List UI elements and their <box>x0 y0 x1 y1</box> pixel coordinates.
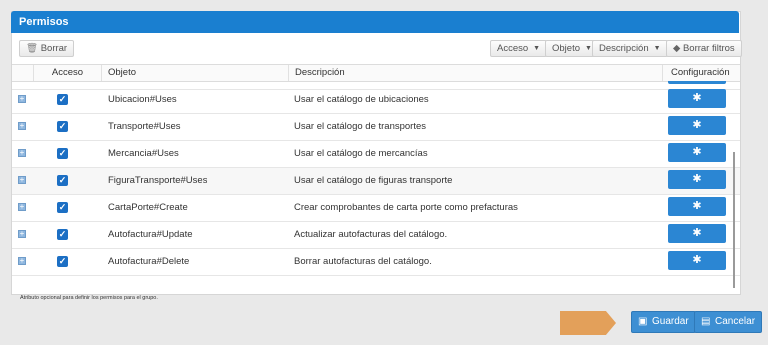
configure-button[interactable]: ✱ <box>668 197 726 216</box>
table-row: + ✓ Autofactura#Delete Borrar autofactur… <box>12 249 740 276</box>
plus-square-icon[interactable]: + <box>18 203 26 211</box>
document-icon: ▤ <box>701 316 711 327</box>
object-cell: Transporte#Uses <box>108 121 181 132</box>
filter-description-dropdown[interactable]: Descripción ▼ <box>592 40 668 57</box>
access-checkbox[interactable]: ✓ <box>57 148 68 159</box>
access-checkbox[interactable]: ✓ <box>57 121 68 132</box>
plus-square-icon[interactable]: + <box>18 230 26 238</box>
configure-button[interactable]: ✱ <box>668 116 726 135</box>
panel-title: Permisos <box>11 11 739 33</box>
permissions-table-body: ✱ + ✓ Ubicacion#Uses Usar el catálogo de… <box>12 81 740 292</box>
configure-button[interactable]: ✱ <box>668 224 726 243</box>
filter-object-dropdown[interactable]: Objeto ▼ <box>545 40 599 57</box>
configure-button[interactable]: ✱ <box>668 81 726 84</box>
gear-icon: ✱ <box>692 227 702 239</box>
arrow-pointer-icon <box>560 311 616 335</box>
table-row: + ✓ Ubicacion#Uses Usar el catálogo de u… <box>12 87 740 114</box>
configure-button[interactable]: ✱ <box>668 251 726 270</box>
plus-square-icon[interactable]: + <box>18 95 26 103</box>
column-header-access[interactable]: Acceso <box>33 65 101 81</box>
filter-object-label: Objeto <box>552 43 580 54</box>
access-checkbox[interactable]: ✓ <box>57 175 68 186</box>
table-row: + ✓ Mercancia#Uses Usar el catálogo de m… <box>12 141 740 168</box>
save-button[interactable]: ▣ Guardar <box>631 311 696 333</box>
description-cell: Actualizar autofacturas del catálogo. <box>294 229 448 240</box>
configure-button[interactable]: ✱ <box>668 89 726 108</box>
clear-filters-button[interactable]: ◆ Borrar filtros <box>666 40 742 57</box>
gear-icon: ✱ <box>692 173 702 185</box>
access-checkbox[interactable]: ✓ <box>57 202 68 213</box>
column-header-description[interactable]: Descripción <box>288 65 662 81</box>
column-header-configuration: Configuración <box>662 65 740 81</box>
toolbar: 🗑 Borrar Acceso ▼ Objeto ▼ Descripción ▼ ◆ … <box>12 37 742 61</box>
column-header-object[interactable]: Objeto <box>101 65 288 81</box>
configure-button[interactable]: ✱ <box>668 170 726 189</box>
caret-down-icon: ▼ <box>585 45 592 52</box>
object-cell: Ubicacion#Uses <box>108 94 177 105</box>
permissions-panel: Permisos 🗑 Borrar Acceso ▼ Objeto ▼ Descri… <box>11 11 742 295</box>
delete-button[interactable]: 🗑 Borrar <box>19 40 75 57</box>
gear-icon: ✱ <box>692 119 702 131</box>
gear-icon: ✱ <box>692 92 702 104</box>
description-cell: Usar el catálogo de mercancías <box>294 148 428 159</box>
gear-icon: ✱ <box>692 254 702 266</box>
cancel-button[interactable]: ▤ Cancelar <box>694 311 763 333</box>
caret-down-icon: ▼ <box>653 45 661 52</box>
clear-filters-label: Borrar filtros <box>682 43 735 54</box>
vertical-scrollbar[interactable] <box>733 152 735 288</box>
plus-square-icon[interactable]: + <box>18 257 26 265</box>
access-checkbox[interactable]: ✓ <box>57 94 68 105</box>
table-row: + ✓ FiguraTransporte#Uses Usar el catálo… <box>12 168 740 195</box>
filter-access-dropdown[interactable]: Acceso ▼ <box>490 40 548 57</box>
object-cell: FiguraTransporte#Uses <box>108 175 208 186</box>
configure-button[interactable]: ✱ <box>668 143 726 162</box>
caret-down-icon: ▼ <box>533 45 541 52</box>
access-checkbox[interactable]: ✓ <box>57 256 68 267</box>
access-checkbox[interactable]: ✓ <box>57 229 68 240</box>
table-row: + ✓ CartaPorte#Create Crear comprobantes… <box>12 195 740 222</box>
trash-icon: 🗑 <box>26 43 39 54</box>
gear-icon: ✱ <box>692 200 702 212</box>
object-cell: Autofactura#Update <box>108 229 193 240</box>
footnote: Atributo opcional para definir los permi… <box>20 295 158 301</box>
table-row: + ✓ Transporte#Uses Usar el catálogo de … <box>12 114 740 141</box>
eraser-icon: ◆ <box>673 43 681 54</box>
save-button-label: Guardar <box>652 316 689 327</box>
description-cell: Usar el catálogo de figuras transporte <box>294 175 453 186</box>
cancel-button-label: Cancelar <box>715 316 756 327</box>
plus-square-icon[interactable]: + <box>18 122 26 130</box>
filter-description-label: Descripción <box>599 43 649 54</box>
floppy-icon: ▣ <box>638 316 648 327</box>
filter-access-label: Acceso <box>497 43 529 54</box>
object-cell: Autofactura#Delete <box>108 256 190 267</box>
gear-icon: ✱ <box>692 146 702 158</box>
description-cell: Usar el catálogo de ubicaciones <box>294 94 429 105</box>
description-cell: Usar el catálogo de transportes <box>294 121 427 132</box>
grid-header: Acceso Objeto Descripción Configuración <box>12 64 740 82</box>
description-cell: Borrar autofacturas del catálogo. <box>294 256 432 267</box>
delete-button-label: Borrar <box>40 43 68 54</box>
plus-square-icon[interactable]: + <box>18 149 26 157</box>
table-row: + ✓ Autofactura#Update Actualizar autofa… <box>12 222 740 249</box>
object-cell: CartaPorte#Create <box>108 202 188 213</box>
object-cell: Mercancia#Uses <box>108 148 179 159</box>
description-cell: Crear comprobantes de carta porte como p… <box>294 202 518 213</box>
plus-square-icon[interactable]: + <box>18 176 26 184</box>
